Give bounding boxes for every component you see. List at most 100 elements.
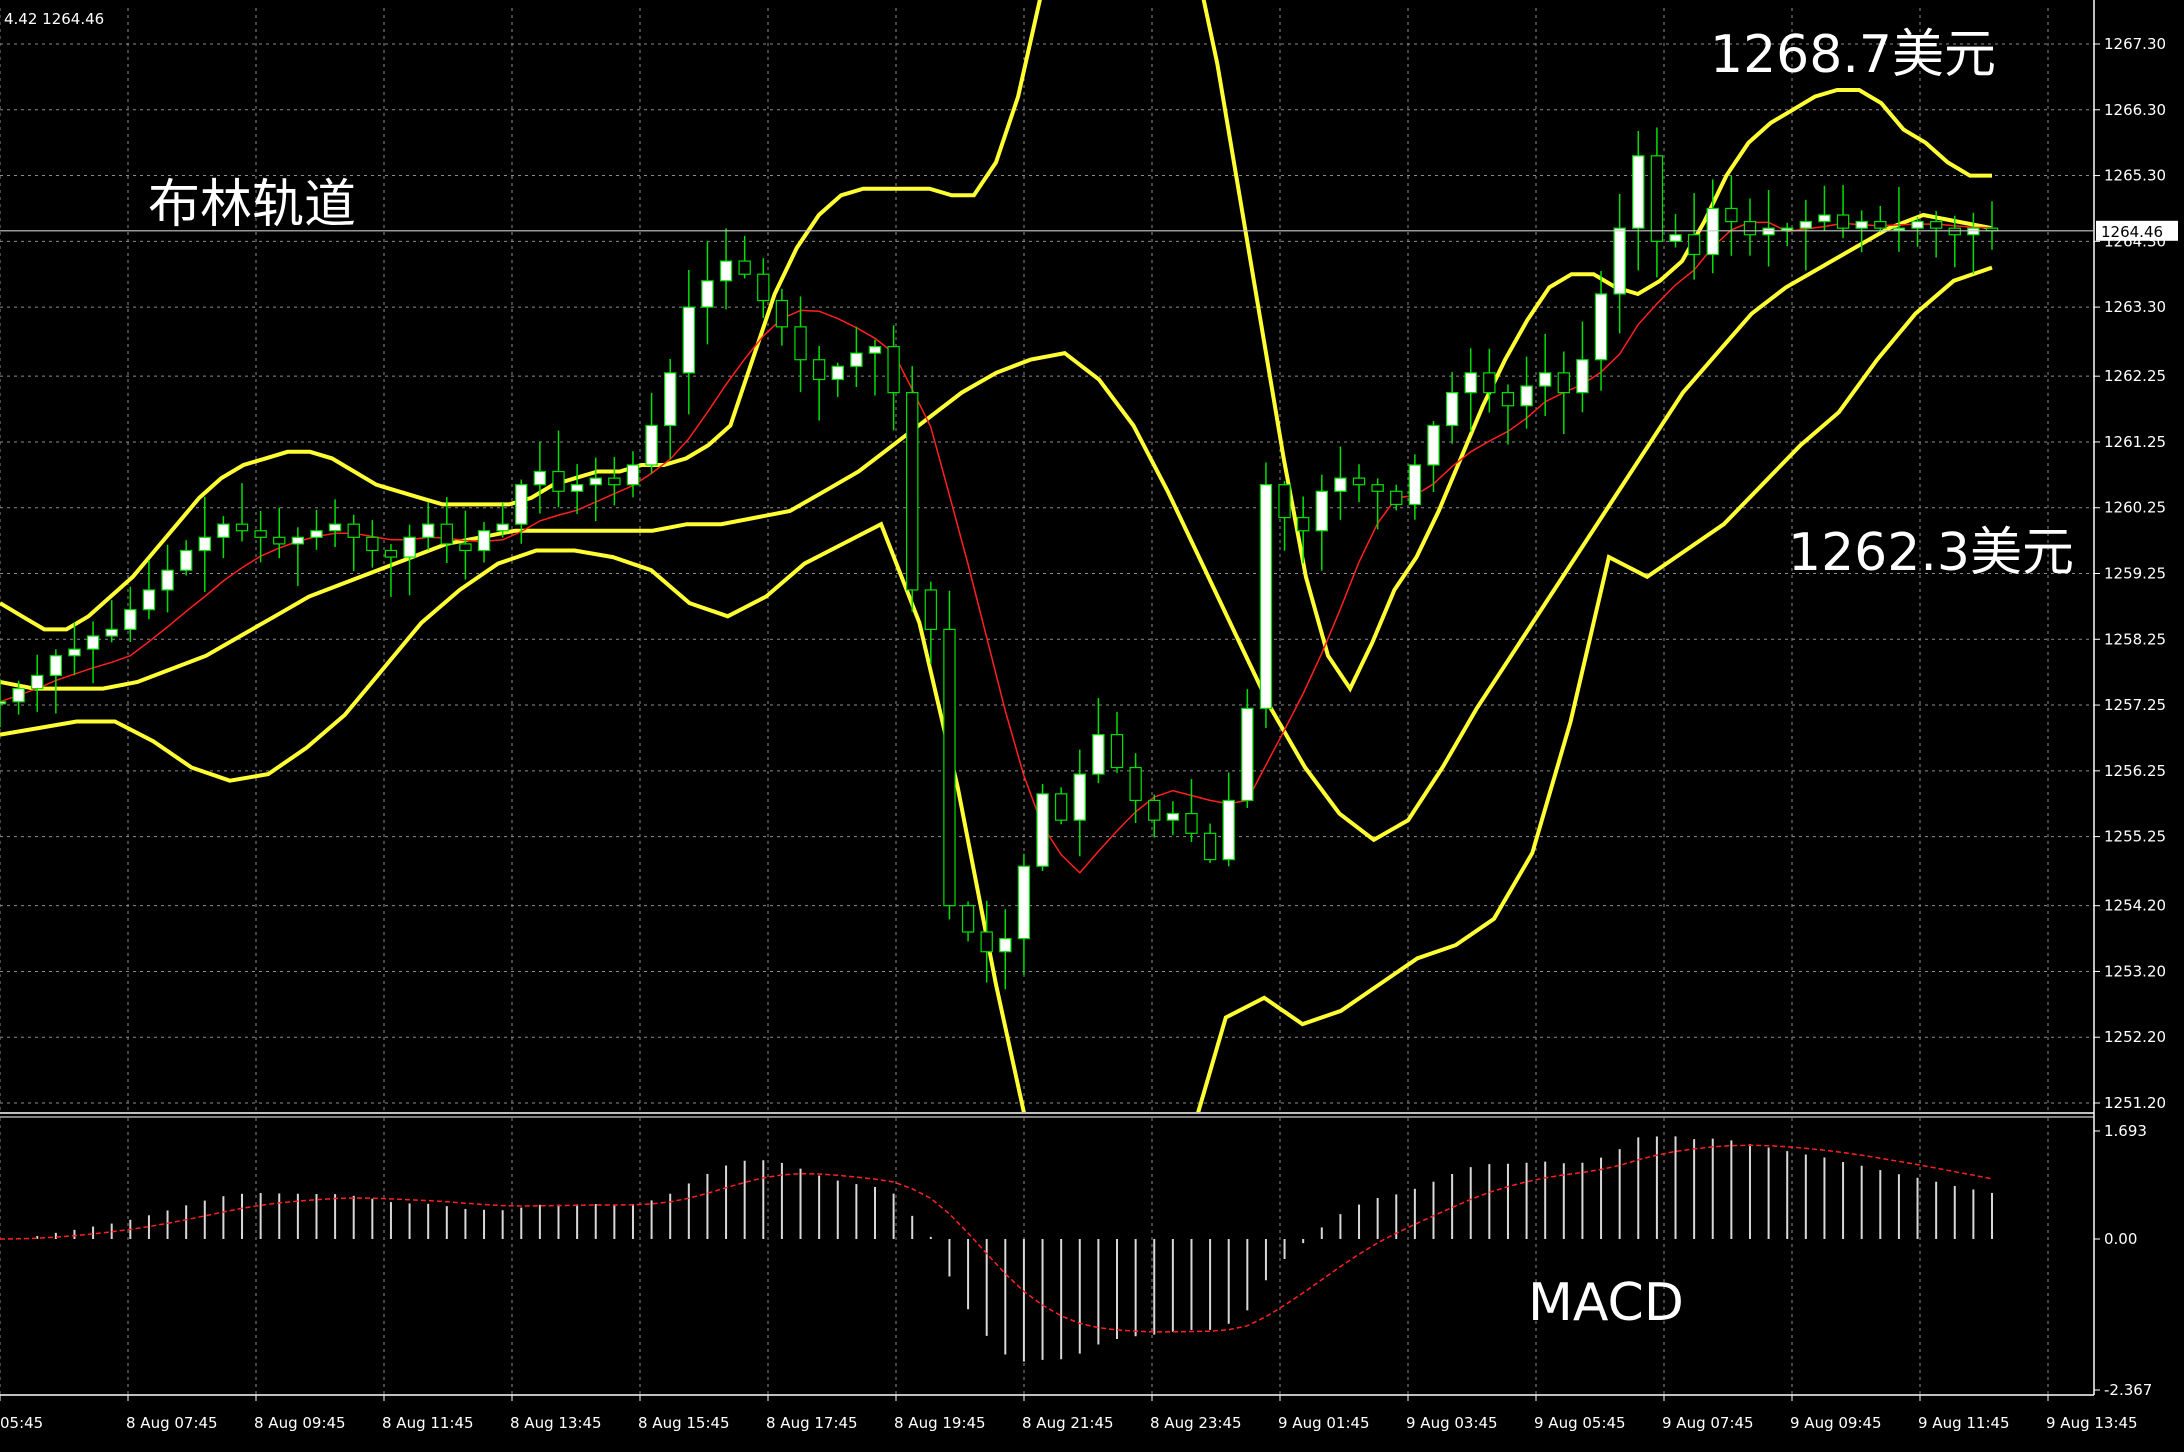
macd-tick-label: 1.693 [2104, 1122, 2147, 1140]
y-tick-label: 1253.20 [2104, 962, 2166, 980]
candle-body [701, 280, 714, 308]
candle-body [477, 530, 491, 552]
candle-body [682, 306, 696, 374]
y-tick-label: 1252.20 [2104, 1028, 2166, 1046]
candle-body [794, 326, 807, 361]
candle-body [1390, 490, 1403, 506]
candle-body [943, 628, 956, 907]
candle-body [273, 536, 286, 545]
x-tick-label: 9 Aug 13:45 [2046, 1414, 2138, 1432]
x-tick-label: 8 Aug 07:45 [126, 1414, 218, 1432]
y-tick-label: 1258.25 [2104, 630, 2166, 648]
y-tick-label: 1254.20 [2104, 897, 2166, 915]
candle-body [1520, 385, 1533, 407]
candle-body [1278, 484, 1291, 519]
x-tick-label: 9 Aug 01:45 [1278, 1414, 1370, 1432]
candle-body [1296, 516, 1310, 532]
candle-body [738, 260, 751, 275]
candle-body [1110, 734, 1124, 769]
candle-body [1632, 155, 1645, 229]
candle-body [403, 536, 416, 558]
candle-body [68, 648, 81, 657]
x-tick-label: 8 Aug 19:45 [894, 1414, 986, 1432]
candle-body [980, 931, 993, 953]
candle-body [515, 484, 528, 525]
candle-body [1334, 477, 1347, 492]
candle-body [775, 299, 789, 328]
candle-body [1166, 812, 1180, 821]
candle-body [1762, 227, 1775, 236]
candle-body [124, 609, 137, 631]
candle-body [86, 635, 100, 650]
y-tick-label: 1265.30 [2104, 167, 2166, 185]
y-tick-label: 1261.25 [2104, 433, 2166, 451]
y-tick-label: 1251.20 [2104, 1094, 2166, 1112]
candle-body [1576, 359, 1589, 394]
candle-body [719, 260, 733, 282]
candle-body [161, 569, 174, 591]
x-tick-label: 8 Aug 21:45 [1022, 1414, 1114, 1432]
candle-body [142, 589, 156, 611]
candle-body [217, 523, 230, 538]
candle-body [906, 392, 919, 591]
lower-band-value: 1262.3美元 [1788, 523, 2074, 583]
candle-body [1836, 214, 1850, 229]
candle-body [1427, 424, 1440, 466]
candle-body [1725, 207, 1738, 223]
candle-body [1929, 220, 1943, 229]
candle-body [1259, 484, 1273, 709]
candle-body [645, 424, 658, 466]
y-tick-label: 1267.30 [2104, 35, 2166, 53]
y-tick-label: 1256.25 [2104, 762, 2166, 780]
candle-body [1706, 207, 1719, 256]
candle-body [850, 352, 863, 367]
candle-body [1669, 234, 1682, 242]
y-tick-label: 1263.30 [2104, 298, 2166, 316]
candle-body [961, 905, 975, 933]
chart-title: 布林轨道 [148, 175, 356, 235]
candle-body [1594, 293, 1608, 361]
candle-body [440, 523, 453, 545]
macd-tick-label: -2.367 [2104, 1381, 2152, 1399]
x-tick-label: 9 Aug 07:45 [1662, 1414, 1754, 1432]
x-tick-label: 8 Aug 23:45 [1150, 1414, 1242, 1432]
candle-body [1687, 234, 1701, 256]
candle-body [310, 530, 323, 538]
candle-body [664, 372, 677, 427]
x-tick-label: 9 Aug 11:45 [1918, 1414, 2010, 1432]
candle-body [254, 530, 267, 538]
y-tick-label: 1259.25 [2104, 565, 2166, 583]
candle-body [179, 549, 193, 571]
y-tick-label: 1260.25 [2104, 499, 2166, 517]
current-price-label: 1264.46 [2101, 223, 2163, 241]
candle-body [533, 470, 547, 486]
candle-body [1408, 464, 1422, 506]
candle-body [1371, 484, 1384, 492]
candle-body [589, 477, 602, 486]
candle-body [198, 536, 211, 552]
candle-body [757, 273, 770, 302]
candle-body [1501, 392, 1515, 407]
candle-body [366, 536, 379, 552]
candle-body [1185, 812, 1198, 834]
candle-body [1445, 392, 1459, 427]
x-tick-label: 9 Aug 05:45 [1534, 1414, 1626, 1432]
candle-body [924, 589, 938, 631]
x-tick-label: 8 Aug 11:45 [382, 1414, 474, 1432]
candle-body [1557, 372, 1570, 394]
candle-body [49, 655, 63, 677]
x-tick-label: 8 Aug 15:45 [638, 1414, 730, 1432]
upper-band-value: 1268.7美元 [1710, 25, 1996, 85]
candle-body [1855, 220, 1868, 229]
candle-body [12, 688, 25, 703]
candle-body [235, 523, 249, 532]
candle-body [422, 523, 435, 538]
price-chart[interactable]: 1267.301266.301265.301264.301263.301262.… [0, 0, 2184, 1452]
macd-tick-label: 0.00 [2104, 1230, 2137, 1248]
y-tick-label: 1255.25 [2104, 828, 2166, 846]
candle-body [1948, 227, 1961, 236]
x-tick-label: 9 Aug 03:45 [1406, 1414, 1498, 1432]
candle-body [1315, 490, 1328, 532]
candle-body [1539, 372, 1552, 387]
candle-body [1129, 766, 1142, 802]
